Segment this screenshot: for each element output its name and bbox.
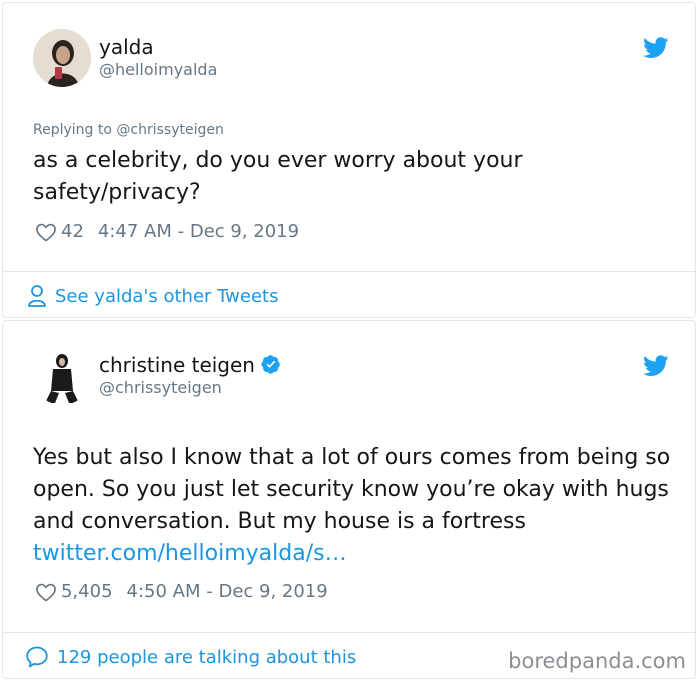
tweet-text-body: Yes but also I know that a lot of ours c… xyxy=(33,445,671,534)
heart-icon[interactable] xyxy=(35,222,57,242)
replying-to: Replying to @chrissyteigen xyxy=(33,122,224,138)
divider xyxy=(3,271,695,272)
tweet-text: Yes but also I know that a lot of ours c… xyxy=(33,442,673,570)
timestamp[interactable]: 4:50 AM - Dec 9, 2019 xyxy=(127,581,328,602)
author-name-text[interactable]: christine teigen xyxy=(99,353,255,377)
tweet-link[interactable]: twitter.com/helloimyalda/s… xyxy=(33,541,347,566)
speech-bubble-icon xyxy=(26,646,48,668)
watermark: boredpanda.com xyxy=(508,649,686,673)
like-count[interactable]: 5,405 xyxy=(61,581,113,602)
author-handle[interactable]: @helloimyalda xyxy=(99,60,217,79)
tweet-card-yalda: yalda @helloimyalda Replying to @chrissy… xyxy=(2,2,696,318)
person-icon xyxy=(28,285,46,307)
replying-mention[interactable]: @chrissyteigen xyxy=(116,122,223,138)
see-other-tweets-link[interactable]: See yalda's other Tweets xyxy=(27,284,278,308)
replying-prefix: Replying to xyxy=(33,122,117,138)
avatar-christine[interactable] xyxy=(33,347,91,405)
twitter-bird-icon[interactable] xyxy=(643,37,669,59)
people-talking-label: 129 people are talking about this xyxy=(57,646,357,668)
people-talking-link[interactable]: 129 people are talking about this xyxy=(25,645,356,669)
avatar-yalda[interactable] xyxy=(33,29,91,87)
twitter-bird-icon[interactable] xyxy=(643,355,669,377)
see-other-tweets-label: See yalda's other Tweets xyxy=(55,285,279,307)
author-name[interactable]: christine teigen xyxy=(99,353,281,377)
author-name[interactable]: yalda xyxy=(99,35,154,59)
like-count[interactable]: 42 xyxy=(61,221,84,242)
timestamp[interactable]: 4:47 AM - Dec 9, 2019 xyxy=(98,221,299,242)
author-handle[interactable]: @chrissyteigen xyxy=(99,378,222,397)
divider xyxy=(3,632,695,633)
tweet-meta: 42 4:47 AM - Dec 9, 2019 xyxy=(35,221,299,242)
verified-badge-icon xyxy=(261,355,280,374)
tweet-card-christine: christine teigen @chrissyteigen Yes but … xyxy=(2,320,696,679)
heart-icon[interactable] xyxy=(35,582,57,602)
tweet-meta: 5,405 4:50 AM - Dec 9, 2019 xyxy=(35,581,328,602)
tweet-text: as a celebrity, do you ever worry about … xyxy=(33,148,523,205)
